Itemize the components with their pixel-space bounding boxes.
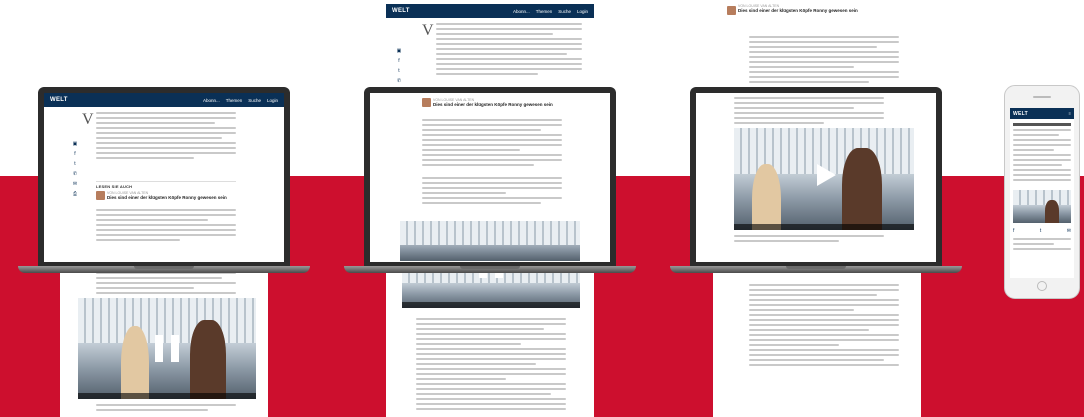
welt-logo-mobile[interactable]: WELT xyxy=(1013,111,1066,117)
teaser-thumbnail-3 xyxy=(727,6,736,15)
teaser-title-2[interactable]: Dies sind einer der klügsten Köpfe Ronny… xyxy=(433,102,562,107)
site-header-2: WELT Abonn... Themen Suche Login xyxy=(386,4,594,18)
read-also-teaser-3[interactable]: VON LOUISE VAN ALTEN Dies sind einer der… xyxy=(727,2,907,15)
article-page-overflow-3 xyxy=(713,264,921,417)
site-header: WELT Abonn... Themen Suche Login xyxy=(44,93,284,107)
facebook-icon-2[interactable]: f xyxy=(398,58,399,64)
article-page-overflow-1 xyxy=(60,270,268,417)
nav-login-2[interactable]: Login xyxy=(577,9,588,14)
article-page-top-2: WELT Abonn... Themen Suche Login V ▣ f t… xyxy=(386,4,594,94)
site-header-mobile: WELT ≡ xyxy=(1010,108,1074,119)
nav-abonnieren[interactable]: Abonn... xyxy=(203,98,220,103)
teaser-thumbnail-2 xyxy=(422,98,431,107)
teaser-title[interactable]: Dies sind einer der klügsten Köpfe Ronny… xyxy=(107,195,236,200)
video-player-2[interactable] xyxy=(400,221,580,261)
welt-logo[interactable]: WELT xyxy=(50,97,197,103)
menu-icon[interactable]: ≡ xyxy=(1069,111,1071,116)
twitter-icon[interactable]: t xyxy=(74,161,75,167)
share-bar-mobile: f t ✉ xyxy=(1013,228,1071,234)
whatsapp-icon-2[interactable]: ✆ xyxy=(397,78,401,84)
bookmark-icon-2[interactable]: ▣ xyxy=(397,48,402,54)
teaser-title-3[interactable]: Dies sind einer der klügsten Köpfe Ronny… xyxy=(738,8,907,13)
video-player-mobile[interactable] xyxy=(1013,190,1071,223)
home-button xyxy=(1037,281,1047,291)
laptop-1: WELT Abonn... Themen Suche Login V ▣ f t… xyxy=(18,87,310,273)
teaser-thumbnail xyxy=(96,191,105,200)
facebook-icon[interactable]: f xyxy=(74,151,75,157)
video-player-3[interactable] xyxy=(734,128,914,230)
play-icon[interactable] xyxy=(816,163,836,186)
welt-logo-2[interactable]: WELT xyxy=(392,8,507,14)
mail-icon[interactable]: ✉ xyxy=(73,181,77,187)
video-controls-2b[interactable] xyxy=(402,302,580,308)
drop-cap: V xyxy=(82,111,94,128)
teaser-label: LESEN SIE AUCH xyxy=(96,184,133,189)
video-controls-3[interactable] xyxy=(734,224,914,230)
laptop-3 xyxy=(670,87,962,273)
twitter-icon-mobile[interactable]: t xyxy=(1040,228,1041,234)
twitter-icon-2[interactable]: t xyxy=(398,68,399,74)
facebook-icon-mobile[interactable]: f xyxy=(1013,228,1014,234)
whatsapp-icon[interactable]: ✆ xyxy=(73,171,77,177)
print-icon[interactable]: ⎙ xyxy=(73,191,77,197)
nav-themen[interactable]: Themen xyxy=(226,98,243,103)
share-bar: ▣ f t ✆ ✉ ⎙ xyxy=(72,141,78,197)
mail-icon-mobile[interactable]: ✉ xyxy=(1067,228,1071,234)
bookmark-icon[interactable]: ▣ xyxy=(73,141,78,147)
pause-icon[interactable] xyxy=(154,335,180,362)
article-page-top-3: VON LOUISE VAN ALTEN Dies sind einer der… xyxy=(713,0,921,92)
article-page-overflow-2 xyxy=(386,262,594,417)
smartphone: WELT ≡ f t ✉ xyxy=(1004,85,1080,299)
nav-themen-2[interactable]: Themen xyxy=(536,9,553,14)
read-also-teaser[interactable]: LESEN SIE AUCH VON LOUISE VAN ALTEN Dies… xyxy=(96,181,236,200)
nav-suche[interactable]: Suche xyxy=(248,98,261,103)
nav-suche-2[interactable]: Suche xyxy=(558,9,571,14)
laptop-2: VON LOUISE VAN ALTEN Dies sind einer der… xyxy=(344,87,636,273)
drop-cap-2: V xyxy=(422,22,434,39)
read-also-teaser-2[interactable]: VON LOUISE VAN ALTEN Dies sind einer der… xyxy=(422,96,562,107)
video-player-1[interactable] xyxy=(78,298,256,399)
video-controls[interactable] xyxy=(78,393,256,399)
showcase-stage: WELT Abonn... Themen Suche Login V ▣ f t… xyxy=(0,0,1084,417)
nav-login[interactable]: Login xyxy=(267,98,278,103)
nav-abonnieren-2[interactable]: Abonn... xyxy=(513,9,530,14)
